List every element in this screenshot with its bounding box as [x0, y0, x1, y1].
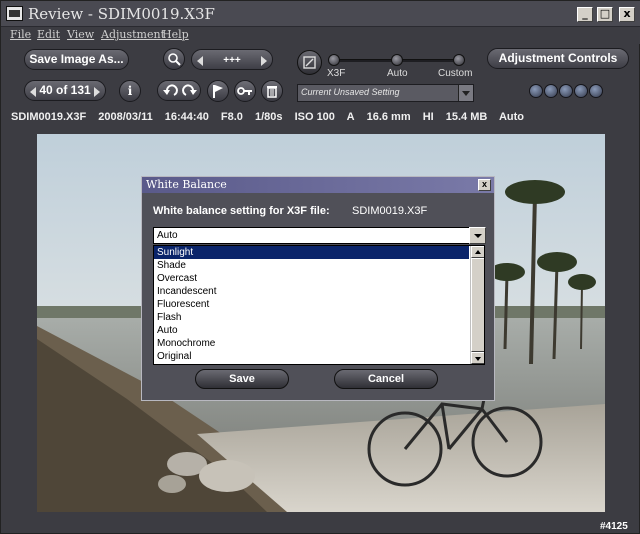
x3f-preset-icon	[303, 56, 316, 69]
save-image-as-button[interactable]: Save Image As...	[24, 49, 129, 70]
menu-help[interactable]: Help	[162, 28, 189, 41]
menu-adjustment[interactable]: Adjustment	[101, 28, 165, 41]
close-button[interactable]: x	[619, 7, 635, 22]
preset-slider-custom[interactable]	[453, 54, 465, 66]
wb-option-original[interactable]: Original	[154, 350, 469, 363]
chevron-down-icon[interactable]	[458, 85, 473, 101]
wb-option-fluorescent[interactable]: Fluorescent	[154, 298, 469, 311]
app-icon	[6, 6, 23, 21]
adjustment-controls-button[interactable]: Adjustment Controls	[487, 48, 629, 69]
watermark: #4125	[600, 521, 628, 532]
magnifier-icon	[168, 53, 181, 66]
menu-bar: File Edit View Adjustment Help	[1, 27, 640, 44]
info-iso: ISO 100	[294, 111, 335, 123]
menu-view[interactable]: View	[67, 28, 94, 41]
info-filename: SDIM0019.X3F	[11, 111, 87, 123]
info-aperture: F8.0	[220, 111, 243, 123]
indicator-light	[589, 84, 603, 98]
wb-option-monochrome[interactable]: Monochrome	[154, 337, 469, 350]
dialog-title-bar: White Balance x	[142, 177, 494, 193]
scroll-up-icon[interactable]	[471, 246, 484, 258]
info-wb: Auto	[498, 111, 525, 123]
save-button[interactable]: Save	[195, 369, 289, 389]
preset-label-custom: Custom	[438, 68, 473, 79]
next-image-icon[interactable]	[94, 87, 100, 97]
info-icon: i	[127, 84, 133, 98]
rotate-group	[157, 80, 201, 101]
wb-option-auto[interactable]: Auto	[154, 324, 469, 337]
indicator-light	[529, 84, 543, 98]
zoom-control[interactable]: +++	[191, 49, 273, 70]
preset-slider-auto[interactable]	[391, 54, 403, 66]
dialog-prompt: White balance setting for X3F file:	[153, 205, 330, 217]
info-file-size: 15.4 MB	[445, 111, 488, 123]
image-navigator[interactable]: 40 of 131	[24, 80, 106, 101]
info-button[interactable]: i	[119, 80, 141, 102]
flag-button[interactable]	[207, 80, 229, 102]
scrollbar-thumb[interactable]	[471, 258, 484, 352]
indicator-light	[559, 84, 573, 98]
cancel-button[interactable]: Cancel	[334, 369, 438, 389]
trash-icon	[267, 86, 277, 98]
white-balance-options-list[interactable]: Sunlight Shade Overcast Incandescent Flu…	[153, 245, 485, 365]
list-scrollbar[interactable]	[470, 246, 484, 364]
minimize-button[interactable]: _	[577, 7, 593, 22]
info-shutter: 1/80s	[254, 111, 283, 123]
dialog-title: White Balance	[146, 178, 227, 191]
flag-icon	[213, 85, 223, 98]
indicator-light	[544, 84, 558, 98]
white-balance-combo[interactable]: Auto	[153, 227, 486, 244]
lock-button[interactable]	[234, 80, 256, 102]
info-focal-length: 16.6 mm	[366, 111, 411, 123]
preset-label-x3f: X3F	[327, 68, 346, 79]
wb-option-incandescent[interactable]: Incandescent	[154, 285, 469, 298]
info-time: 16:44:40	[164, 111, 209, 123]
wb-option-flash[interactable]: Flash	[154, 311, 469, 324]
setting-dropdown[interactable]: Current Unsaved Setting	[297, 84, 474, 102]
zoom-out-icon[interactable]	[197, 56, 203, 66]
info-mode: A	[346, 111, 355, 123]
wb-option-sunlight[interactable]: Sunlight	[154, 246, 469, 259]
preset-label-auto: Auto	[387, 68, 408, 79]
maximize-button[interactable]: □	[597, 7, 613, 22]
previous-image-icon[interactable]	[30, 87, 36, 97]
white-balance-combo-value: Auto	[157, 230, 178, 241]
white-balance-dialog: White Balance x White balance setting fo…	[141, 176, 495, 401]
image-counter: 40 of 131	[39, 83, 91, 97]
menu-edit[interactable]: Edit	[37, 28, 60, 41]
preset-icon[interactable]	[297, 50, 322, 75]
scroll-down-icon[interactable]	[471, 352, 484, 364]
review-window: Review - SDIM0019.X3F _ □ x File Edit Vi…	[0, 0, 640, 534]
dialog-filename: SDIM0019.X3F	[352, 205, 428, 217]
dialog-close-button[interactable]: x	[478, 179, 491, 191]
zoom-in-icon[interactable]	[261, 56, 267, 66]
delete-button[interactable]	[261, 80, 283, 102]
zoom-level: +++	[223, 55, 241, 66]
setting-dropdown-value: Current Unsaved Setting	[301, 87, 400, 97]
menu-file[interactable]: File	[10, 28, 31, 41]
chevron-down-icon[interactable]	[469, 227, 486, 244]
wb-option-overcast[interactable]: Overcast	[154, 272, 469, 285]
preset-slider-x3f[interactable]	[328, 54, 340, 66]
window-title: Review - SDIM0019.X3F	[28, 5, 215, 23]
image-info-bar: SDIM0019.X3F 2008/03/11 16:44:40 F8.0 1/…	[11, 111, 533, 123]
info-quality: HI	[422, 111, 434, 123]
zoom-button[interactable]	[163, 48, 185, 70]
wb-option-shade[interactable]: Shade	[154, 259, 469, 272]
indicator-light	[574, 84, 588, 98]
info-date: 2008/03/11	[98, 111, 153, 123]
title-bar: Review - SDIM0019.X3F _ □ x	[1, 1, 640, 27]
key-icon	[237, 87, 252, 95]
rotate-icons	[163, 84, 197, 96]
